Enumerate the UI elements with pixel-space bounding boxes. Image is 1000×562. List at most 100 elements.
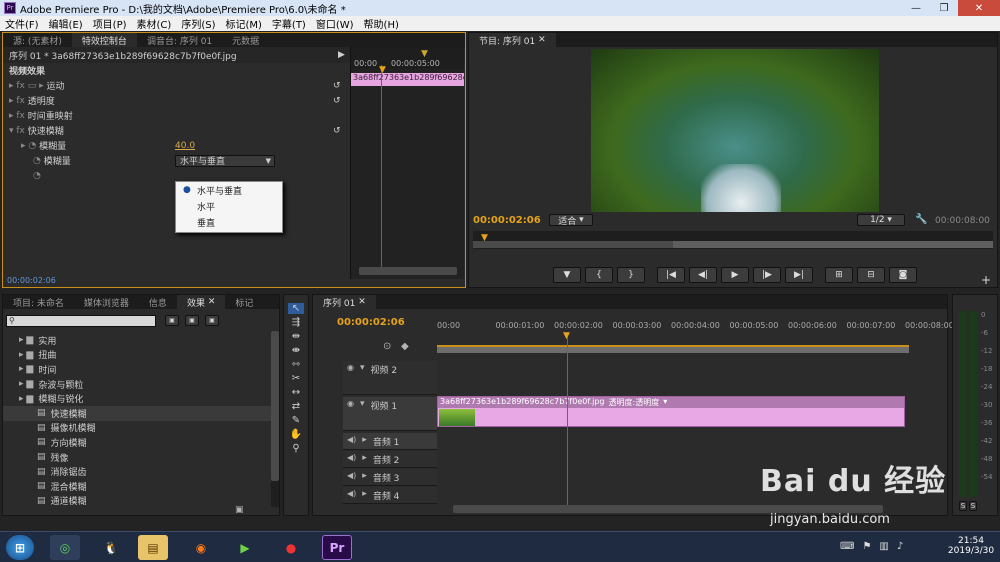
menu-project[interactable]: 项目(P) xyxy=(88,16,132,31)
solo-right-button[interactable]: S xyxy=(969,501,977,511)
mini-playhead[interactable] xyxy=(381,65,382,275)
flag-icon[interactable]: ⚑ xyxy=(862,541,871,552)
effects-scrollbar[interactable] xyxy=(271,331,279,507)
maximize-button[interactable]: ❐ xyxy=(930,0,958,16)
reset-icon[interactable]: ↺ xyxy=(333,126,341,136)
expand-track-icon[interactable]: ▸ xyxy=(362,453,367,463)
record-icon[interactable]: ● xyxy=(276,535,306,560)
tab-source[interactable]: 源: (无素材) xyxy=(3,33,72,47)
menu-title[interactable]: 字幕(T) xyxy=(267,16,311,31)
yuv-effects-icon[interactable]: ▣ xyxy=(205,315,219,326)
effects-item[interactable]: ▤ 通道模糊 xyxy=(3,494,271,509)
expand-track-icon[interactable]: ▾ xyxy=(360,399,365,409)
video-track-header[interactable]: ◉ ▾ 视频 2 xyxy=(343,361,437,395)
razor-tool-icon[interactable]: ✂ xyxy=(292,373,300,384)
accelerated-effects-icon[interactable]: ▣ xyxy=(165,315,179,326)
dropdown-option-vertical[interactable]: 垂直 xyxy=(176,214,282,230)
clip-effect-menu[interactable]: 透明度:透明度 xyxy=(609,397,660,408)
menu-window[interactable]: 窗口(W) xyxy=(311,16,359,31)
menu-help[interactable]: 帮助(H) xyxy=(359,16,404,31)
effects-search-input[interactable]: ⚲ xyxy=(6,315,156,327)
effects-item[interactable]: ▤ 消除锯齿 xyxy=(3,464,271,479)
stopwatch-icon[interactable]: ◔ xyxy=(33,171,41,181)
rate-stretch-tool-icon[interactable]: ⇿ xyxy=(292,359,300,370)
effects-item[interactable]: ▤ 方向模糊 xyxy=(3,435,271,450)
eye-icon[interactable]: ◉ xyxy=(347,399,354,408)
video-clip[interactable]: 3a68ff27363e1b289f69628c7b7f0e0f.jpg 透明度:… xyxy=(437,396,905,427)
fit-select[interactable]: 适合 ▾ xyxy=(549,214,593,227)
tab-info[interactable]: 信息 xyxy=(139,295,177,309)
timeline-playhead[interactable] xyxy=(567,333,568,511)
effects-folder[interactable]: ▸ ▆ 杂波与颗粒 xyxy=(3,377,271,392)
reset-icon[interactable]: ↺ xyxy=(333,96,341,106)
speaker-icon[interactable]: ◀) xyxy=(347,489,356,498)
mini-clip-bar[interactable]: 3a68ff27363e1b289f69628c xyxy=(351,73,464,86)
effects-item[interactable]: ▤ 残像 xyxy=(3,450,271,465)
program-scrub-bar[interactable]: ▼ xyxy=(473,231,993,249)
scroll-thumb[interactable] xyxy=(271,331,279,481)
expand-track-icon[interactable]: ▾ xyxy=(360,363,365,373)
mark-out-button[interactable]: } xyxy=(617,267,645,283)
minimize-button[interactable]: — xyxy=(902,0,930,16)
menu-sequence[interactable]: 序列(S) xyxy=(176,16,220,31)
clock[interactable]: 21:54 2019/3/30 xyxy=(946,536,996,556)
effects-item[interactable]: ▤ 混合模糊 xyxy=(3,479,271,494)
expand-track-icon[interactable]: ▸ xyxy=(362,489,367,499)
timeline-playhead-handle[interactable]: ▼ xyxy=(563,331,570,341)
effects-folder[interactable]: ▸ ▆ 模糊与锐化 xyxy=(3,391,271,406)
slip-tool-icon[interactable]: ↔ xyxy=(292,387,300,398)
menu-marker[interactable]: 标记(M) xyxy=(220,16,266,31)
tab-markers[interactable]: 标记 xyxy=(225,295,263,309)
go-to-out-button[interactable]: ▶| xyxy=(785,267,813,283)
tab-project[interactable]: 项目: 未命名 xyxy=(3,295,74,309)
audio-track-header[interactable]: ◀) ▸ 音频 3 xyxy=(343,469,437,486)
effects-folder[interactable]: ▸ ▆ 扭曲 xyxy=(3,348,271,363)
menu-file[interactable]: 文件(F) xyxy=(0,16,44,31)
video-track-header[interactable]: ◉ ▾ 视频 1 xyxy=(343,397,437,431)
effect-timecode[interactable]: 00:00:02:06 xyxy=(7,276,56,285)
play-only-icon[interactable]: ▶ xyxy=(338,50,345,60)
ripple-edit-tool-icon[interactable]: ⇹ xyxy=(292,331,300,342)
zoom-tool-icon[interactable]: ⚲ xyxy=(292,443,299,454)
step-forward-button[interactable]: |▶ xyxy=(753,267,781,283)
program-zoom-track[interactable] xyxy=(673,241,993,248)
program-video-frame[interactable] xyxy=(591,49,879,212)
mark-in-button[interactable]: { xyxy=(585,267,613,283)
tab-effect-controls[interactable]: 特效控制台 xyxy=(71,33,137,47)
program-zoom-bar[interactable] xyxy=(473,241,673,248)
pen-tool-icon[interactable]: ✎ xyxy=(292,415,300,426)
premiere-taskbar-icon[interactable]: Pr xyxy=(322,535,352,560)
keyboard-icon[interactable]: ⌨ xyxy=(840,541,854,552)
slide-tool-icon[interactable]: ⇄ xyxy=(292,401,300,412)
effects-folder[interactable]: ▸ ▆ 实用 xyxy=(3,333,271,348)
firefox-icon[interactable]: ◉ xyxy=(186,535,216,560)
hand-tool-icon[interactable]: ✋ xyxy=(290,429,302,440)
eye-icon[interactable]: ◉ xyxy=(347,363,354,372)
speaker-icon[interactable]: ◀) xyxy=(347,453,356,462)
tab-audio-mixer[interactable]: 调音台: 序列 01 xyxy=(137,33,222,47)
volume-icon[interactable]: ♪ xyxy=(897,541,903,552)
lift-button[interactable]: ⊞ xyxy=(825,267,853,283)
timeline-timecode[interactable]: 00:00:02:06 xyxy=(337,317,405,328)
dropdown-option-horizontal-vertical[interactable]: ● 水平与垂直 xyxy=(176,182,282,198)
audio-track-header[interactable]: ◀) ▸ 音频 1 xyxy=(343,433,437,450)
timeline-ruler[interactable]: 00:00 00:00:01:00 00:00:02:00 00:00:03:00 00… xyxy=(437,321,954,337)
add-button-icon[interactable]: + xyxy=(981,273,991,287)
wrench-icon[interactable]: 🔧 xyxy=(915,214,927,225)
play-button[interactable]: ▶ xyxy=(721,267,749,283)
effects-folder[interactable]: ▸ ▆ 时间 xyxy=(3,362,271,377)
speaker-icon[interactable]: ◀) xyxy=(347,435,356,444)
mini-playhead-handle[interactable]: ▼ xyxy=(379,65,386,75)
start-button[interactable]: ⊞ xyxy=(6,535,34,560)
export-frame-button[interactable]: ◙ xyxy=(889,267,917,283)
360-browser-icon[interactable]: ◎ xyxy=(50,535,80,560)
audio-track-header[interactable]: ◀) ▸ 音频 4 xyxy=(343,487,437,504)
media-player-icon[interactable]: ▶ xyxy=(230,535,260,560)
explorer-icon[interactable]: ▤ xyxy=(138,535,168,560)
audio-track-header[interactable]: ◀) ▸ 音频 2 xyxy=(343,451,437,468)
solo-left-button[interactable]: S xyxy=(959,501,967,511)
resolution-select[interactable]: 1/2 ▾ xyxy=(857,214,905,226)
extract-button[interactable]: ⊟ xyxy=(857,267,885,283)
tab-effects[interactable]: 效果 ✕ xyxy=(176,295,226,309)
work-area-bar[interactable] xyxy=(437,345,909,353)
